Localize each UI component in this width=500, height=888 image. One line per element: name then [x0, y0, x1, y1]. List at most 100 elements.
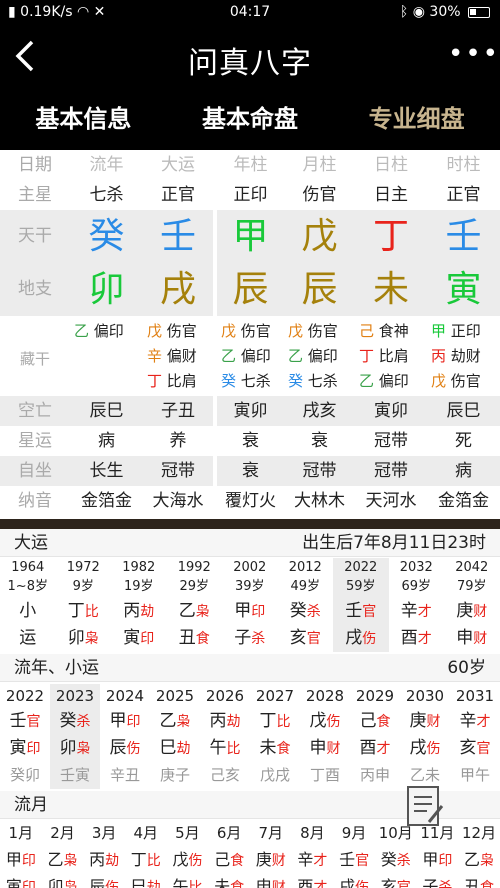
gan-char: 壬	[9, 711, 27, 731]
zhi-char: 亥	[459, 738, 477, 758]
dayun-zhi: 寅印	[111, 625, 167, 652]
battery-percent: 30%	[429, 4, 461, 20]
liuyue-zhi: 丑食	[458, 873, 500, 888]
dayun-item[interactable]: 2042 79岁 庚财 申财	[444, 558, 500, 652]
god-tag: 官	[362, 604, 377, 620]
label-nayin: 纳音	[18, 491, 52, 511]
god-tag: 食	[276, 741, 291, 757]
dayun-label: 大运	[14, 533, 48, 553]
dayun-item[interactable]: 1982 19岁 丙劫 寅印	[111, 558, 167, 652]
gan-char: 癸	[380, 850, 397, 869]
zhuxing-value: 正官	[161, 185, 195, 205]
tab-professional-chart[interactable]: 专业细盘	[333, 88, 500, 150]
back-button[interactable]	[8, 34, 48, 78]
liunian-item[interactable]: 2030 庚财 戌伤 乙未	[400, 684, 450, 789]
liuyue-item[interactable]: 10月 癸杀 亥官	[375, 820, 417, 888]
dayun-item-selected[interactable]: 2022 59岁 壬官 戌伤	[333, 558, 389, 652]
dayun-age: 59岁	[345, 579, 376, 594]
god-tag: 杀	[251, 631, 266, 647]
canggan-god: 比肩	[378, 347, 409, 365]
liuyue-item[interactable]: 7月 庚财 申财	[250, 820, 292, 888]
liuyue-month: 1月	[8, 824, 34, 842]
dayun-item[interactable]: 2012 49岁 癸杀 亥官	[278, 558, 334, 652]
liunian-item[interactable]: 2029 己食 酉才 丙申	[350, 684, 400, 789]
liuyue-list: 1月 甲印 寅印 2月 乙枭 卯枭 3月 丙劫 辰伤 4月 丁比 巳劫 5月 戊…	[0, 820, 500, 888]
liuyue-item[interactable]: 1月 甲印 寅印	[0, 820, 42, 888]
dayun-item[interactable]: 2002 39岁 甲印 子杀	[222, 558, 278, 652]
dayun-gan: 丙劫	[111, 598, 167, 625]
kongwang-value: 寅卯	[374, 401, 408, 421]
header-hour-pillar: 时柱	[446, 155, 481, 175]
god-tag: 才	[376, 741, 391, 757]
zhi-char: 申	[309, 738, 327, 758]
liunian-item[interactable]: 2027 丁比 未食 戊戌	[250, 684, 300, 789]
tab-basic-chart[interactable]: 基本命盘	[167, 88, 334, 150]
tab-basic-info[interactable]: 基本信息	[0, 88, 167, 150]
liuyue-gan: 壬官	[333, 846, 375, 873]
nayin-value: 天河水	[365, 491, 417, 511]
liuyue-item[interactable]: 5月 戊伤 午比	[167, 820, 209, 888]
gan-char: 丁	[67, 601, 85, 621]
liunian-item[interactable]: 2024 甲印 辰伤 辛丑	[100, 684, 150, 789]
liuyue-item[interactable]: 8月 辛才 酉才	[292, 820, 334, 888]
dayun-item[interactable]: 1972 9岁 丁比 卯枭	[56, 558, 112, 652]
xiaoyun-value: 丙申	[359, 766, 390, 784]
liuyue-item[interactable]: 9月 壬官 戌伤	[333, 820, 375, 888]
zhi-char: 辰	[89, 877, 106, 888]
liuyue-item[interactable]: 2月 乙枭 卯枭	[42, 820, 84, 888]
gan-char: 乙	[47, 850, 64, 869]
zhi-char: 巳	[130, 877, 147, 888]
row-dizhi: 地支 卯 戌 辰 辰 未 寅	[0, 263, 500, 316]
canggan-col: 戊 伤官 乙 偏印 癸 七杀	[284, 316, 355, 396]
liunian-item[interactable]: 2025 乙枭 巳劫 庚子	[150, 684, 200, 789]
liuyue-item[interactable]: 3月 丙劫 辰伤	[83, 820, 125, 888]
liunian-item[interactable]: 2031 辛才 亥官 甲午	[450, 684, 500, 789]
liunian-zhi: 卯枭	[50, 735, 100, 762]
liunian-gan: 癸杀	[50, 708, 100, 735]
canggan-stem: 戊	[221, 322, 237, 340]
liuyue-month: 5月	[175, 824, 200, 842]
zhi-char: 亥	[380, 877, 397, 888]
canggan-god: 偏印	[93, 322, 124, 340]
god-tag: 劫	[226, 714, 241, 730]
god-tag: 杀	[396, 853, 411, 869]
god-tag: 食	[376, 714, 391, 730]
liuyue-gan: 己食	[208, 846, 250, 873]
liunian-item[interactable]: 2028 戊伤 申财 丁酉	[300, 684, 350, 789]
tiangan-char: 壬	[445, 216, 482, 257]
liuyue-item[interactable]: 11月 甲印 子杀	[417, 820, 459, 888]
zhi-char: 子	[234, 628, 252, 648]
liunian-gan: 戊伤	[300, 708, 350, 735]
liunian-item[interactable]: 2026 丙劫 午比 己亥	[200, 684, 250, 789]
liuyue-item[interactable]: 12月 乙枭 丑食	[458, 820, 500, 888]
header-liunian: 流年	[89, 155, 124, 175]
liuyue-item[interactable]: 4月 丁比 巳劫	[125, 820, 167, 888]
liunian-item-selected[interactable]: 2023 癸杀 卯枭 壬寅	[50, 684, 100, 789]
zhi-char: 申	[456, 628, 474, 648]
zizuo-value: 冠带	[374, 461, 408, 481]
liuyue-gan: 乙枭	[42, 846, 84, 873]
liunian-year: 2031	[455, 687, 495, 705]
dizhi-char: 寅	[445, 269, 482, 310]
gan-char: 庚	[409, 711, 427, 731]
dayun-age: 39岁	[234, 579, 265, 594]
liunian-item[interactable]: 2022 壬官 寅印 癸卯	[0, 684, 50, 789]
liunian-zhi: 巳劫	[150, 735, 200, 762]
dayun-item[interactable]: 2032 69岁 辛才 酉才	[389, 558, 445, 652]
god-tag: 枭	[63, 880, 78, 888]
kongwang-value: 寅卯	[213, 396, 284, 426]
liuyue-item[interactable]: 6月 己食 未食	[208, 820, 250, 888]
dizhi-char: 卯	[88, 269, 125, 310]
liuyue-zhi: 寅印	[0, 873, 42, 888]
dayun-item[interactable]: 1992 29岁 乙枭 丑食	[167, 558, 223, 652]
liunian-gan: 己食	[350, 708, 400, 735]
god-tag: 劫	[176, 741, 191, 757]
canggan-stem: 丙	[431, 347, 447, 365]
canggan-stem: 乙	[74, 322, 90, 340]
canggan-line: 甲 正印	[427, 319, 500, 344]
more-button[interactable]: •••	[448, 34, 498, 78]
dayun-item[interactable]: 1964 1~8岁 小 运	[0, 558, 56, 652]
zizuo-value: 冠带	[161, 461, 195, 481]
dayun-year: 1982	[122, 560, 156, 575]
canggan-stem: 戊	[431, 372, 447, 390]
